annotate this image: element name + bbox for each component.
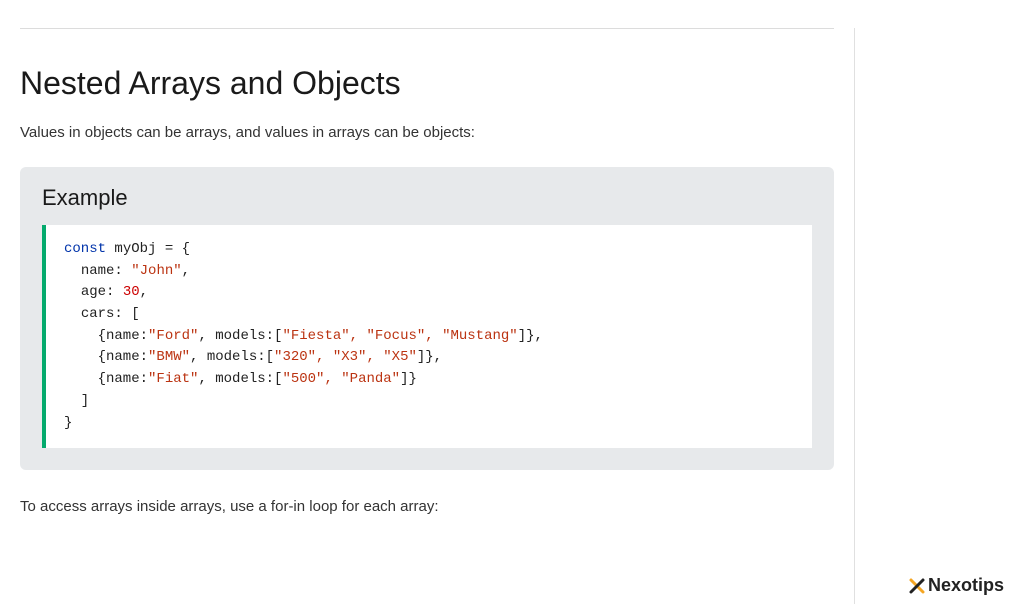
code-car2-models: "320", "X3", "X5": [274, 349, 417, 365]
brand-x-icon: [908, 575, 926, 596]
code-car2-name: "BMW": [148, 349, 190, 365]
code-varname: myObj: [114, 241, 156, 257]
example-box: Example const myObj = { name: "John", ag…: [20, 167, 834, 470]
code-prop-name: name: [81, 263, 115, 279]
code-val-age: 30: [123, 284, 140, 300]
code-keyword: const: [64, 241, 106, 257]
top-divider: [20, 28, 834, 29]
code-block: const myObj = { name: "John", age: 30, c…: [42, 225, 812, 448]
main-content: Nested Arrays and Objects Values in obje…: [0, 28, 855, 604]
outro-text: To access arrays inside arrays, use a fo…: [20, 498, 834, 515]
code-car3-name: "Fiat": [148, 371, 198, 387]
example-label: Example: [42, 185, 812, 211]
page-title: Nested Arrays and Objects: [20, 65, 834, 102]
code-prop-cars: cars: [81, 306, 115, 322]
code-val-name: "John": [131, 263, 181, 279]
brand-name: Nexotips: [928, 575, 1004, 596]
brand-footer: Nexotips: [908, 575, 1004, 596]
code-car1-models: "Fiesta", "Focus", "Mustang": [282, 328, 517, 344]
code-prop-age: age: [81, 284, 106, 300]
code-car3-models: "500", "Panda": [282, 371, 400, 387]
intro-text: Values in objects can be arrays, and val…: [20, 124, 834, 141]
code-car1-name: "Ford": [148, 328, 198, 344]
